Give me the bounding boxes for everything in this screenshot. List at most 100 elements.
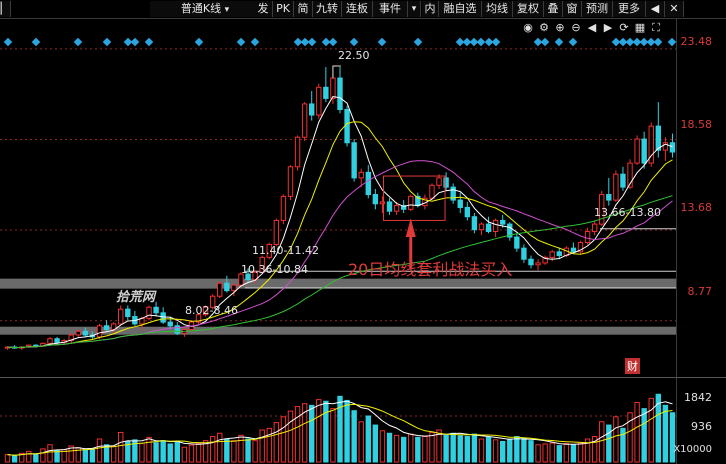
volume-bar xyxy=(662,404,669,463)
event-marker-icon[interactable] xyxy=(3,37,12,47)
candle-body xyxy=(408,195,414,210)
volume-bar xyxy=(96,438,103,463)
volume-bar xyxy=(252,440,258,463)
price-band xyxy=(0,326,676,335)
volume-bar xyxy=(231,440,237,463)
finance-marker[interactable]: 财 xyxy=(625,358,640,374)
event-marker-icon[interactable] xyxy=(654,37,663,47)
candle-body xyxy=(556,251,562,257)
kline-type-select[interactable]: 普通K线 ▾ xyxy=(150,1,261,17)
toolbar-item-chuang[interactable]: 窗 xyxy=(563,1,582,17)
candle-body xyxy=(514,236,520,249)
toolbar-menu-icon[interactable]: ▾ xyxy=(408,1,421,17)
fullscreen-icon[interactable]: ⛶ xyxy=(649,22,663,34)
toolbar-item-fa[interactable]: 发 xyxy=(254,1,273,17)
toolbar-item-gengduo[interactable]: 更多 xyxy=(613,1,646,17)
settings-icon[interactable]: ⚙ xyxy=(537,22,551,34)
candle-body xyxy=(613,173,619,201)
toolbar-item-shijian[interactable]: 事件 xyxy=(373,1,408,17)
event-marker-icon[interactable] xyxy=(74,37,83,47)
event-marker-icon[interactable] xyxy=(491,37,500,47)
toolbar-item-rongzixuan[interactable]: 融自选 xyxy=(439,1,482,17)
volume-bar xyxy=(634,401,640,463)
event-marker-icon[interactable] xyxy=(413,37,423,47)
event-marker-icon[interactable] xyxy=(540,37,550,47)
candle-body xyxy=(280,195,287,221)
candle-body xyxy=(160,312,166,323)
toolbar-item-jian[interactable]: 简 xyxy=(294,1,313,17)
volume-bar xyxy=(549,442,555,463)
event-marker-icon[interactable] xyxy=(144,37,154,47)
toolbar-left-icon[interactable]: ▏ xyxy=(0,1,11,17)
volume-bar xyxy=(188,444,195,463)
event-marker-icon[interactable] xyxy=(569,37,578,47)
candle-body xyxy=(273,219,280,245)
candle-body xyxy=(301,103,308,138)
volume-bar xyxy=(330,408,336,463)
toolbar-item-lianban[interactable]: 连板 xyxy=(342,1,373,17)
toolbar-item-fuquan[interactable]: 复权 xyxy=(513,1,544,17)
event-marker-icon[interactable] xyxy=(130,37,140,47)
event-marker-icon[interactable] xyxy=(250,37,260,47)
event-marker-icon[interactable] xyxy=(236,37,246,47)
volume-bar xyxy=(26,450,32,463)
toolbar-item-yuce[interactable]: 预测 xyxy=(582,1,613,17)
zoom-out-icon[interactable]: ⊖ xyxy=(569,22,583,34)
volume-bar xyxy=(379,430,386,463)
candle-body xyxy=(351,142,357,179)
toolbar-item-junxian[interactable]: 均线 xyxy=(482,1,513,17)
layout-icon[interactable]: ▦ xyxy=(633,22,647,34)
ma10-line xyxy=(7,121,673,349)
volume-bar xyxy=(584,438,591,463)
candle-body xyxy=(294,136,301,168)
toolbar-item-die[interactable]: 叠 xyxy=(544,1,563,17)
buy-arrow-head xyxy=(405,218,416,238)
zoom-in-icon[interactable]: ⊕ xyxy=(553,22,567,34)
toolbar-item-jiuzhuan[interactable]: 九转 xyxy=(313,1,342,17)
volume-bar xyxy=(273,422,280,463)
sync-icon[interactable]: ⟳ xyxy=(617,22,631,34)
volume-bar xyxy=(82,449,89,463)
event-marker-icon[interactable] xyxy=(328,37,338,47)
chart-grid xyxy=(0,48,676,417)
volume-bar xyxy=(613,416,619,463)
event-marker-icon[interactable] xyxy=(349,37,359,47)
event-marker-icon[interactable] xyxy=(378,37,387,47)
volume-bar xyxy=(521,437,527,463)
candle-body xyxy=(316,86,322,116)
volume-bar xyxy=(266,427,272,463)
event-marker-icon[interactable] xyxy=(307,37,316,47)
event-marker-icon[interactable] xyxy=(194,37,203,47)
ma60-line xyxy=(7,195,673,349)
toolbar-item-pk[interactable]: PK xyxy=(273,1,294,17)
volume-bar xyxy=(620,427,626,463)
candle-body xyxy=(40,342,46,347)
peak-marker xyxy=(332,65,341,79)
candle-body xyxy=(188,321,195,330)
volume-bar xyxy=(118,431,124,463)
close-icon[interactable]: ✕ xyxy=(665,1,684,17)
toolbar-item-nei[interactable]: 内 xyxy=(422,1,439,17)
volume-bar xyxy=(89,448,96,463)
event-marker-icon[interactable] xyxy=(31,37,41,47)
event-marker-icon[interactable] xyxy=(102,37,111,47)
price-bands xyxy=(0,228,676,335)
candle-body xyxy=(507,223,513,238)
candle-body xyxy=(82,330,89,336)
candle-body xyxy=(365,171,371,196)
candle-body xyxy=(528,258,534,266)
event-marker-icon[interactable] xyxy=(555,37,564,47)
volume-bar xyxy=(11,455,18,463)
pan-left-icon[interactable]: ◀ xyxy=(585,22,599,34)
volume-bar xyxy=(422,436,428,463)
candle-body xyxy=(485,223,492,233)
candle-body xyxy=(61,340,67,343)
candlestick-chart[interactable] xyxy=(0,0,726,464)
back-arrow-icon[interactable]: ◀ xyxy=(646,1,665,17)
eye-icon[interactable]: ◉ xyxy=(521,22,535,34)
pan-right-icon[interactable]: ▶ xyxy=(601,22,615,34)
candle-body xyxy=(386,201,393,212)
candle-body xyxy=(4,346,11,349)
price-axis-divider xyxy=(676,18,677,464)
candle-body xyxy=(125,308,131,318)
